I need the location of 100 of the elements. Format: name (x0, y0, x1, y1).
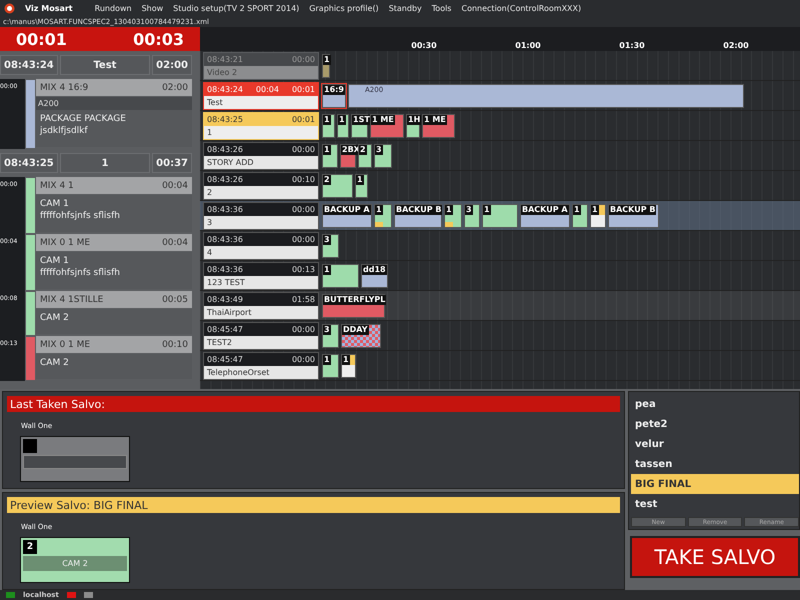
timeline-clip[interactable]: 2 (322, 174, 353, 198)
story-row[interactable]: 08:43:26 00:10 2 2 1 (200, 171, 800, 201)
story-card[interactable]: 08:43:36 00:13 123 TEST (203, 262, 319, 290)
story-card[interactable]: 08:43:49 01:58 ThaiAirport (203, 292, 319, 320)
timeline-clip[interactable]: 1 (374, 204, 392, 228)
story-time: 08:45:47 (207, 324, 243, 334)
story-card[interactable]: 08:43:24 00:04 00:01 Test (203, 82, 319, 110)
menu-item[interactable]: Studio setup(TV 2 SPORT 2014) (173, 4, 300, 12)
timeline-clip[interactable]: BUTTERFLYPL (322, 294, 385, 318)
timeline-clip[interactable]: dd18 (361, 264, 388, 288)
story-title[interactable]: 1 (60, 153, 150, 173)
story-title: 1 (207, 128, 212, 136)
menu-item[interactable]: Connection(ControlRoomXXX) (461, 4, 582, 12)
story-title[interactable]: Test (60, 55, 150, 75)
clip-label: DDAY (342, 324, 368, 334)
timeline-clip[interactable]: 1 ME (422, 114, 455, 138)
story-card[interactable]: 08:43:26 00:10 2 (203, 172, 319, 200)
timeline-clip[interactable]: 2 (358, 144, 372, 168)
salvo-tile[interactable] (20, 436, 130, 482)
timeline-clip[interactable]: 1 (590, 204, 606, 228)
item-header[interactable]: MIX 4 1 00:04 (36, 177, 192, 195)
timeline-clip[interactable]: 1 (322, 354, 339, 378)
story-row[interactable]: 08:45:47 00:00 TEST2 3 DDAY (200, 321, 800, 351)
item-header[interactable]: MIX 0 1 ME 00:10 (36, 336, 192, 354)
timeline-clip[interactable]: 3 (464, 204, 480, 228)
item-duration: 00:05 (162, 294, 188, 304)
timeline-clip[interactable]: 1 (444, 204, 462, 228)
clip-label: 2 (359, 144, 367, 154)
timeline-clip[interactable]: BACKUP A (322, 204, 372, 228)
story-row[interactable]: 08:43:25 00:01 1 1 1 1ST 1 ME 1H 1 ME (200, 111, 800, 141)
story-time: 08:43:25 (207, 114, 243, 124)
menu-item[interactable]: Tools (432, 4, 452, 12)
clip-label: 3 (465, 204, 473, 214)
timeline-clip[interactable]: 3 (374, 144, 392, 168)
tick-label: 01:30 (619, 41, 645, 50)
menu-item[interactable]: Standby (388, 4, 422, 12)
salvo-list-item[interactable]: test (631, 494, 799, 514)
item-text: PACKAGE PACKAGE (40, 113, 127, 125)
story-card[interactable]: 08:43:25 00:01 1 (203, 112, 319, 140)
tile-number (23, 439, 37, 453)
timeline-clip[interactable]: 3 (322, 234, 339, 258)
salvo-tile[interactable]: 2 CAM 2 (20, 537, 130, 583)
salvo-list-item[interactable]: velur (631, 434, 799, 454)
story-card[interactable]: 08:45:47 00:00 TelephoneOrset (203, 352, 319, 380)
story-title: ThaiAirport (207, 308, 252, 316)
story-duration: 00:00 (292, 54, 315, 64)
story-time: 08:45:47 (207, 354, 243, 364)
clip-label: 1 (356, 174, 364, 184)
item-type: MIX 4 1STILLE (40, 294, 104, 304)
timeline-clip[interactable]: 1 (322, 264, 359, 288)
timeline-clip[interactable]: BACKUP B (394, 204, 442, 228)
story-card[interactable]: 08:43:36 00:00 4 (203, 232, 319, 260)
menu-item[interactable]: Rundown (94, 4, 132, 12)
timeline-clip[interactable]: DDAY (341, 324, 381, 348)
timeline-clip[interactable]: 3 (322, 324, 339, 348)
menu-item[interactable]: Show (142, 4, 164, 12)
clip-label: 1 ME (423, 114, 447, 124)
clip-label: 1 (323, 264, 331, 274)
salvo-list-item[interactable]: BIG FINAL (631, 474, 799, 494)
take-salvo-button[interactable]: TAKE SALVO (630, 536, 800, 578)
menu-item[interactable]: Graphics profile() (309, 4, 379, 12)
story-row[interactable]: 08:43:36 00:13 123 TEST 1 dd18 (200, 261, 800, 291)
timeline-clip[interactable]: BACKUP B (608, 204, 659, 228)
clip-label: 1 (573, 204, 581, 214)
timeline-clip[interactable]: 1 (322, 144, 338, 168)
salvo-list-item[interactable]: pete2 (631, 414, 799, 434)
story-row[interactable]: 08:45:47 00:00 TelephoneOrset 1 1 (200, 351, 800, 381)
timeline-clip[interactable]: 1 (341, 354, 356, 378)
timeline-clip[interactable]: 1 (337, 114, 349, 138)
story-duration: 00:13 (292, 264, 315, 274)
timeline-clip[interactable]: 1 (572, 204, 588, 228)
salvo-list-item[interactable]: pea (631, 394, 799, 414)
timeline-clip[interactable]: 1 ME (370, 114, 404, 138)
selected-row[interactable]: 08:43:36 00:00 3 BACKUP A 1 BACKUP B 1 3 1 BACKUP A 1 1 BACKUP B (200, 201, 800, 231)
timeline-clip[interactable]: 16:9 (322, 84, 346, 108)
timeline-clip[interactable]: 1 (322, 114, 335, 138)
salvo-list-item[interactable]: tassen (631, 454, 799, 474)
item-header[interactable]: MIX 4 1STILLE 00:05 (36, 291, 192, 309)
story-time: 08:43:26 (207, 144, 243, 154)
timeline-clip[interactable]: 1 (482, 204, 518, 228)
story-row[interactable]: 08:43:21 00:00 Video 2 1 (200, 51, 800, 81)
item-text: CAM 1 (40, 255, 70, 267)
timeline-clip[interactable]: 1H (406, 114, 420, 138)
story-title: 123 TEST (207, 278, 245, 286)
timeline-clip[interactable]: 1 (355, 174, 368, 198)
item-type: MIX 4 16:9 (40, 82, 88, 92)
timeline-clip[interactable]: 1ST (351, 114, 368, 138)
story-card[interactable]: 08:43:36 00:00 3 (203, 202, 319, 230)
tick-label: 02:00 (723, 41, 749, 50)
story-row[interactable]: 08:43:49 01:58 ThaiAirport BUTTERFLYPL (200, 291, 800, 321)
item-header[interactable]: MIX 0 1 ME 00:04 (36, 234, 192, 252)
story-card[interactable]: 08:43:26 00:00 STORY ADD (203, 142, 319, 170)
timeline-clip[interactable]: 1 (322, 54, 330, 78)
timeline-clip[interactable]: BACKUP A (520, 204, 570, 228)
story-card[interactable]: 08:45:47 00:00 TEST2 (203, 322, 319, 350)
item-header[interactable]: MIX 4 16:9 02:00 (36, 79, 192, 97)
story-row[interactable]: 08:43:36 00:00 4 3 (200, 231, 800, 261)
story-duration: 00:01 (292, 114, 315, 124)
item-text: CAM 2 (40, 312, 70, 324)
clip-label: 1 (375, 204, 383, 214)
